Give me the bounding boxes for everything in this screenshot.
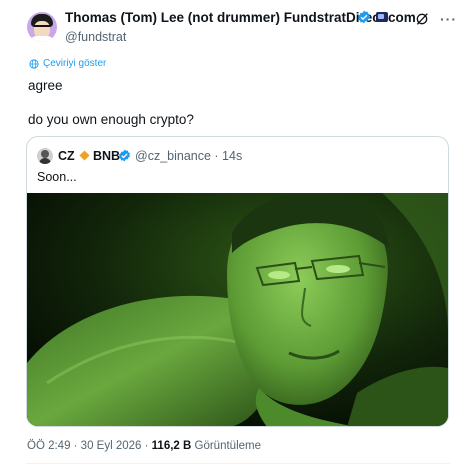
tweet-timestamp[interactable]: ÖÖ 2:49 · 30 Eyl 2026 · bbox=[27, 440, 148, 452]
verified-badge-icon bbox=[358, 10, 370, 24]
globe-icon bbox=[29, 58, 39, 69]
quoted-author-name: CZ bbox=[58, 149, 75, 163]
more-icon[interactable]: ··· bbox=[440, 11, 458, 27]
views-label: Görüntüleme bbox=[194, 440, 261, 452]
diamond-icon bbox=[79, 150, 90, 161]
tweet-meta: ÖÖ 2:49 · 30 Eyl 2026 · 116,2 B Görüntül… bbox=[27, 440, 261, 452]
tweet-text-line: agree bbox=[28, 78, 63, 93]
quoted-author-avatar bbox=[37, 148, 53, 164]
author-avatar[interactable] bbox=[27, 12, 57, 42]
tweet: Thomas (Tom) Lee (not drummer) Fundstrat… bbox=[0, 0, 471, 466]
author-handle[interactable]: @fundstrat bbox=[65, 30, 126, 44]
flag-icon bbox=[376, 12, 388, 22]
translate-label: Çeviriyi göster bbox=[43, 58, 107, 69]
quoted-tweet-text: Soon... bbox=[37, 170, 77, 184]
tweet-text-line: do you own enough crypto? bbox=[28, 112, 194, 127]
quoted-media-image[interactable] bbox=[27, 193, 448, 427]
quoted-author-name-suffix: BNB bbox=[93, 149, 121, 163]
divider bbox=[26, 463, 450, 464]
translate-link[interactable]: Çeviriyi göster bbox=[29, 58, 106, 69]
quoted-tweet-card[interactable]: CZ BNB @cz_binance · 14s Soon... bbox=[26, 136, 449, 427]
views-count: 116,2 B bbox=[151, 440, 192, 452]
quoted-handle-time: @cz_binance · 14s bbox=[135, 149, 243, 163]
grok-icon[interactable] bbox=[414, 11, 430, 27]
verified-badge-icon bbox=[119, 149, 130, 162]
